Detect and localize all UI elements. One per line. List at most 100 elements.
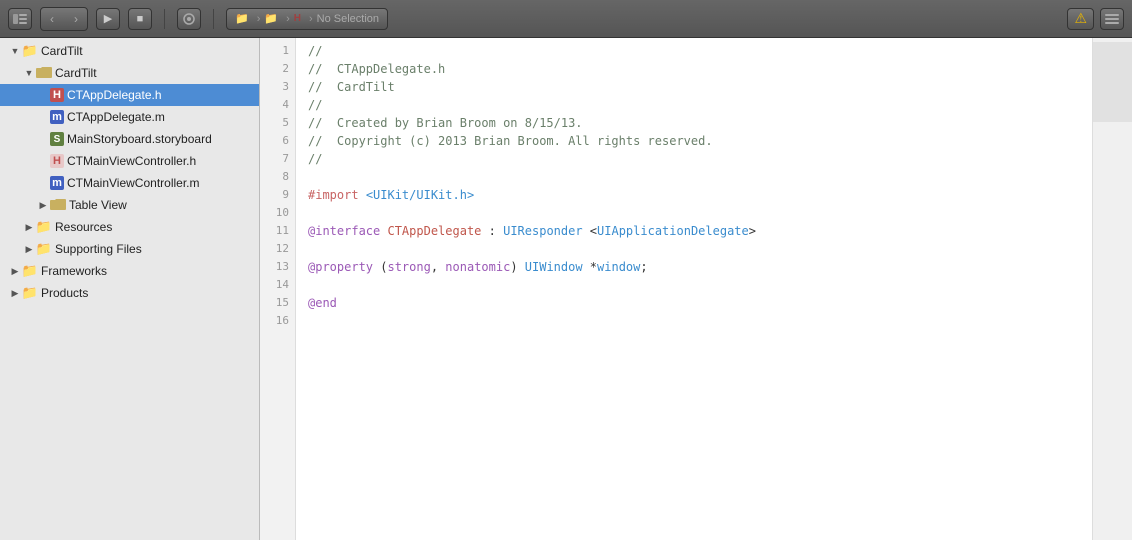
tree-arrow[interactable]: ▶: [36, 198, 50, 212]
code-token: >: [749, 224, 756, 238]
c-comment: // Copyright (c) 2013 Brian Broom. All r…: [308, 134, 713, 148]
code-line: [308, 168, 1080, 186]
breadcrumb-folder-icon: 📁: [235, 12, 249, 25]
code-line: @property (strong, nonatomic) UIWindow *…: [308, 258, 1080, 276]
toolbar-right: ⚠: [1067, 8, 1124, 30]
sidebar-item-tableview[interactable]: ▶ Table View: [0, 194, 259, 216]
code-token: ;: [640, 260, 647, 274]
toolbar: ‹ › ▶ ■ 📁 › 📁 › H › No Selection ⚠: [0, 0, 1132, 38]
code-token: [359, 188, 366, 202]
code-line: #import <UIKit/UIKit.h>: [308, 186, 1080, 204]
line-number: 16: [260, 312, 289, 330]
h-file-icon: H: [50, 88, 64, 102]
code-line: @end: [308, 294, 1080, 312]
tree-item-label: Products: [41, 286, 88, 300]
line-number: 2: [260, 60, 289, 78]
line-numbers: 12345678910111213141516: [260, 38, 296, 540]
toolbar-divider: [164, 9, 165, 29]
code-token: ,: [431, 260, 445, 274]
c-comment: //: [308, 152, 322, 166]
stop-button[interactable]: ■: [128, 8, 152, 30]
code-line: [308, 204, 1080, 222]
c-keyword: @end: [308, 296, 337, 310]
tree-arrow[interactable]: ▶: [22, 220, 36, 234]
line-number: 11: [260, 222, 289, 240]
c-comment: // CardTilt: [308, 80, 395, 94]
tree-arrow[interactable]: ▼: [8, 44, 22, 58]
main-area: ▼📁CardTilt▼CardTiltHCTAppDelegate.hmCTAp…: [0, 38, 1132, 540]
minimap: [1092, 38, 1132, 540]
breadcrumb-hfile-icon: H: [294, 13, 301, 24]
breadcrumb-selection: No Selection: [317, 13, 379, 25]
code-line: [308, 276, 1080, 294]
code-line: [308, 312, 1080, 330]
tree-arrow[interactable]: ▶: [22, 242, 36, 256]
code-token: :: [481, 224, 503, 238]
code-line: [308, 240, 1080, 258]
code-token: *: [583, 260, 597, 274]
navigator-toggle[interactable]: [1100, 8, 1124, 30]
sidebar-item-mainstoryboard[interactable]: SMainStoryboard.storyboard: [0, 128, 259, 150]
code-token: ): [510, 260, 524, 274]
tree-item-label: CardTilt: [55, 66, 97, 80]
c-property-name: window: [597, 260, 640, 274]
breadcrumb-sep2: ›: [286, 13, 290, 25]
tree-item-label: CTAppDelegate.h: [67, 88, 162, 102]
c-system-include: <UIKit/UIKit.h>: [366, 188, 474, 202]
code-line: //: [308, 150, 1080, 168]
sidebar-item-cardtilt-root[interactable]: ▼📁CardTilt: [0, 40, 259, 62]
line-number: 15: [260, 294, 289, 312]
code-token: <: [583, 224, 597, 238]
c-protocol: UIResponder: [503, 224, 582, 238]
folder-group-icon: [50, 197, 66, 213]
sidebar-item-cardtilt-group[interactable]: ▼ CardTilt: [0, 62, 259, 84]
folder-icon: 📁: [36, 219, 52, 235]
breadcrumb-bar[interactable]: 📁 › 📁 › H › No Selection: [226, 8, 388, 30]
c-comment: // Created by Brian Broom on 8/15/13.: [308, 116, 583, 130]
line-number: 7: [260, 150, 289, 168]
code-content[interactable]: //// CTAppDelegate.h// CardTilt//// Crea…: [296, 38, 1092, 540]
c-protocol: UIApplicationDelegate: [597, 224, 749, 238]
breadcrumb-folder2-icon: 📁: [264, 12, 278, 25]
c-comment: //: [308, 98, 322, 112]
tree-arrow[interactable]: ▶: [8, 286, 22, 300]
tree-item-label: Table View: [69, 198, 127, 212]
run-button[interactable]: ▶: [96, 8, 120, 30]
sidebar-item-ctmainviewcontroller-m[interactable]: mCTMainViewController.m: [0, 172, 259, 194]
sidebar-item-ctmainviewcontroller-h[interactable]: HCTMainViewController.h: [0, 150, 259, 172]
code-line: @interface CTAppDelegate : UIResponder <…: [308, 222, 1080, 240]
sidebar-item-ctappdelegate-h[interactable]: HCTAppDelegate.h: [0, 84, 259, 106]
sidebar-item-supporting-files[interactable]: ▶📁Supporting Files: [0, 238, 259, 260]
minimap-viewport: [1093, 42, 1132, 122]
sidebar-item-products[interactable]: ▶📁Products: [0, 282, 259, 304]
code-line: // Copyright (c) 2013 Brian Broom. All r…: [308, 132, 1080, 150]
tree-item-label: Supporting Files: [55, 242, 142, 256]
c-preprocessor: #import: [308, 188, 359, 202]
folder-icon: 📁: [36, 241, 52, 257]
line-number: 10: [260, 204, 289, 222]
line-number: 8: [260, 168, 289, 186]
sidebar: ▼📁CardTilt▼CardTiltHCTAppDelegate.hmCTAp…: [0, 38, 260, 540]
forward-button[interactable]: ›: [65, 8, 87, 30]
code-token: (: [373, 260, 387, 274]
toolbar-divider2: [213, 9, 214, 29]
line-number: 3: [260, 78, 289, 96]
scheme-button[interactable]: [177, 8, 201, 30]
line-number: 5: [260, 114, 289, 132]
tree-arrow[interactable]: ▶: [8, 264, 22, 278]
sidebar-item-resources[interactable]: ▶📁Resources: [0, 216, 259, 238]
c-class: CTAppDelegate: [387, 224, 481, 238]
back-button[interactable]: ‹: [41, 8, 63, 30]
line-number: 1: [260, 42, 289, 60]
folder-icon: 📁: [22, 263, 38, 279]
code-line: // CardTilt: [308, 78, 1080, 96]
sidebar-item-ctappdelegate-m[interactable]: mCTAppDelegate.m: [0, 106, 259, 128]
tree-arrow[interactable]: ▼: [22, 66, 36, 80]
folder-icon: 📁: [22, 43, 38, 59]
line-number: 12: [260, 240, 289, 258]
sidebar-item-frameworks[interactable]: ▶📁Frameworks: [0, 260, 259, 282]
line-number: 6: [260, 132, 289, 150]
warning-button[interactable]: ⚠: [1067, 8, 1094, 30]
sidebar-toggle-button[interactable]: [8, 8, 32, 30]
tree-item-label: Frameworks: [41, 264, 107, 278]
